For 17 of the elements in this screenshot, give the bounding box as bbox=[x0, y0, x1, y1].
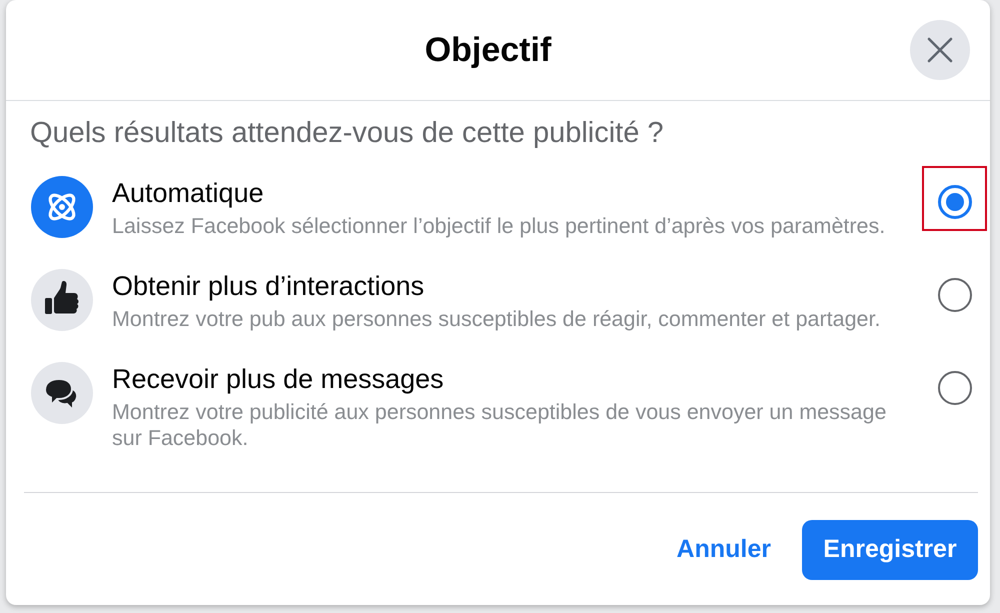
option-description: Montrez votre publicité aux personnes susceptibles de vous envoyer un message sur Facebook. bbox=[112, 399, 888, 451]
radio-button[interactable] bbox=[938, 370, 972, 404]
close-icon bbox=[927, 37, 953, 63]
chat-bubbles-icon bbox=[31, 362, 93, 424]
option-title: Automatique bbox=[112, 179, 265, 208]
question-text: Quels résultats attendez-vous de cette publicité ? bbox=[30, 116, 665, 150]
option-description: Montrez votre pub aux personnes susceptibles de réagir, commenter et partager. bbox=[112, 306, 882, 332]
radio-button[interactable] bbox=[938, 278, 972, 312]
atom-icon bbox=[31, 176, 93, 238]
dialog-title: Objectif bbox=[424, 30, 552, 70]
option-title: Obtenir plus d’interactions bbox=[112, 272, 426, 301]
cancel-button[interactable]: Annuler bbox=[664, 520, 783, 580]
option-title: Recevoir plus de messages bbox=[112, 365, 445, 394]
radio-button[interactable] bbox=[938, 184, 972, 218]
thumbs-up-icon bbox=[31, 269, 93, 331]
save-button[interactable]: Enregistrer bbox=[802, 520, 978, 580]
option-description: Laissez Facebook sélectionner l’objectif le plus pertinent d’après vos paramètres. bbox=[112, 213, 886, 239]
